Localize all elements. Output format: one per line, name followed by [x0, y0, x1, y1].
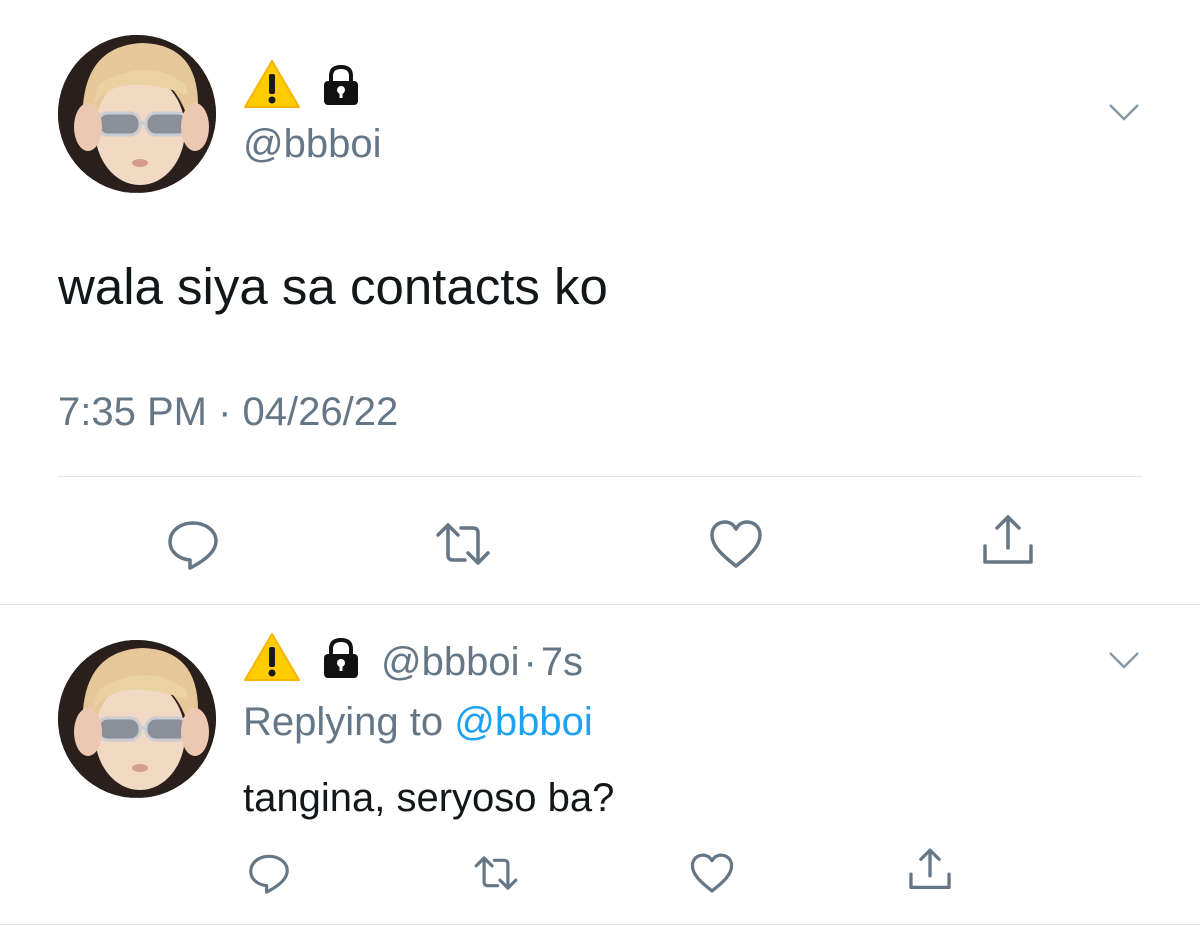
chevron-down-icon[interactable]	[1106, 100, 1142, 129]
chevron-down-icon[interactable]	[1106, 648, 1142, 677]
replying-to-label: Replying to	[243, 700, 444, 744]
author-handle[interactable]: @bbboi	[243, 122, 381, 167]
warning-icon	[243, 59, 301, 114]
retweet-icon	[436, 523, 490, 565]
share-button[interactable]	[977, 510, 1039, 572]
divider	[58, 476, 1142, 477]
bottom-divider	[0, 924, 1200, 925]
reply-author-handle[interactable]: @bbboi	[381, 640, 519, 684]
like-icon	[690, 853, 734, 893]
lock-icon	[319, 62, 363, 111]
share-icon	[983, 515, 1033, 564]
meta-separator: ·	[523, 639, 537, 684]
avatar-image	[58, 640, 216, 798]
display-name	[243, 59, 363, 111]
reply-header: @bbboi · 7s	[243, 633, 583, 689]
replying-to-handle-link[interactable]: @bbboi	[454, 700, 592, 744]
share-button[interactable]	[904, 846, 956, 894]
reply-icon	[168, 521, 218, 570]
retweet-button[interactable]	[468, 850, 524, 896]
retweet-button[interactable]	[431, 513, 495, 575]
avatar[interactable]	[58, 35, 216, 193]
like-icon	[710, 520, 762, 568]
lock-icon	[319, 635, 363, 689]
like-button[interactable]	[686, 850, 738, 896]
warning-icon	[243, 632, 301, 692]
section-divider	[0, 604, 1200, 605]
reply-button[interactable]	[243, 850, 295, 896]
like-button[interactable]	[705, 513, 767, 575]
reply-avatar[interactable]	[58, 640, 216, 798]
avatar-image	[58, 35, 216, 193]
reply-age[interactable]: 7s	[541, 640, 583, 684]
tweet-text: wala siya sa contacts ko	[58, 258, 608, 315]
reply-icon	[249, 854, 289, 894]
retweet-icon	[474, 856, 518, 890]
reply-text: tangina, seryoso ba?	[243, 776, 615, 820]
timestamp[interactable]: 7:35 PM · 04/26/22	[58, 390, 398, 435]
share-icon	[909, 848, 951, 890]
replying-to: Replying to @bbboi	[243, 700, 593, 745]
reply-button[interactable]	[162, 513, 224, 575]
